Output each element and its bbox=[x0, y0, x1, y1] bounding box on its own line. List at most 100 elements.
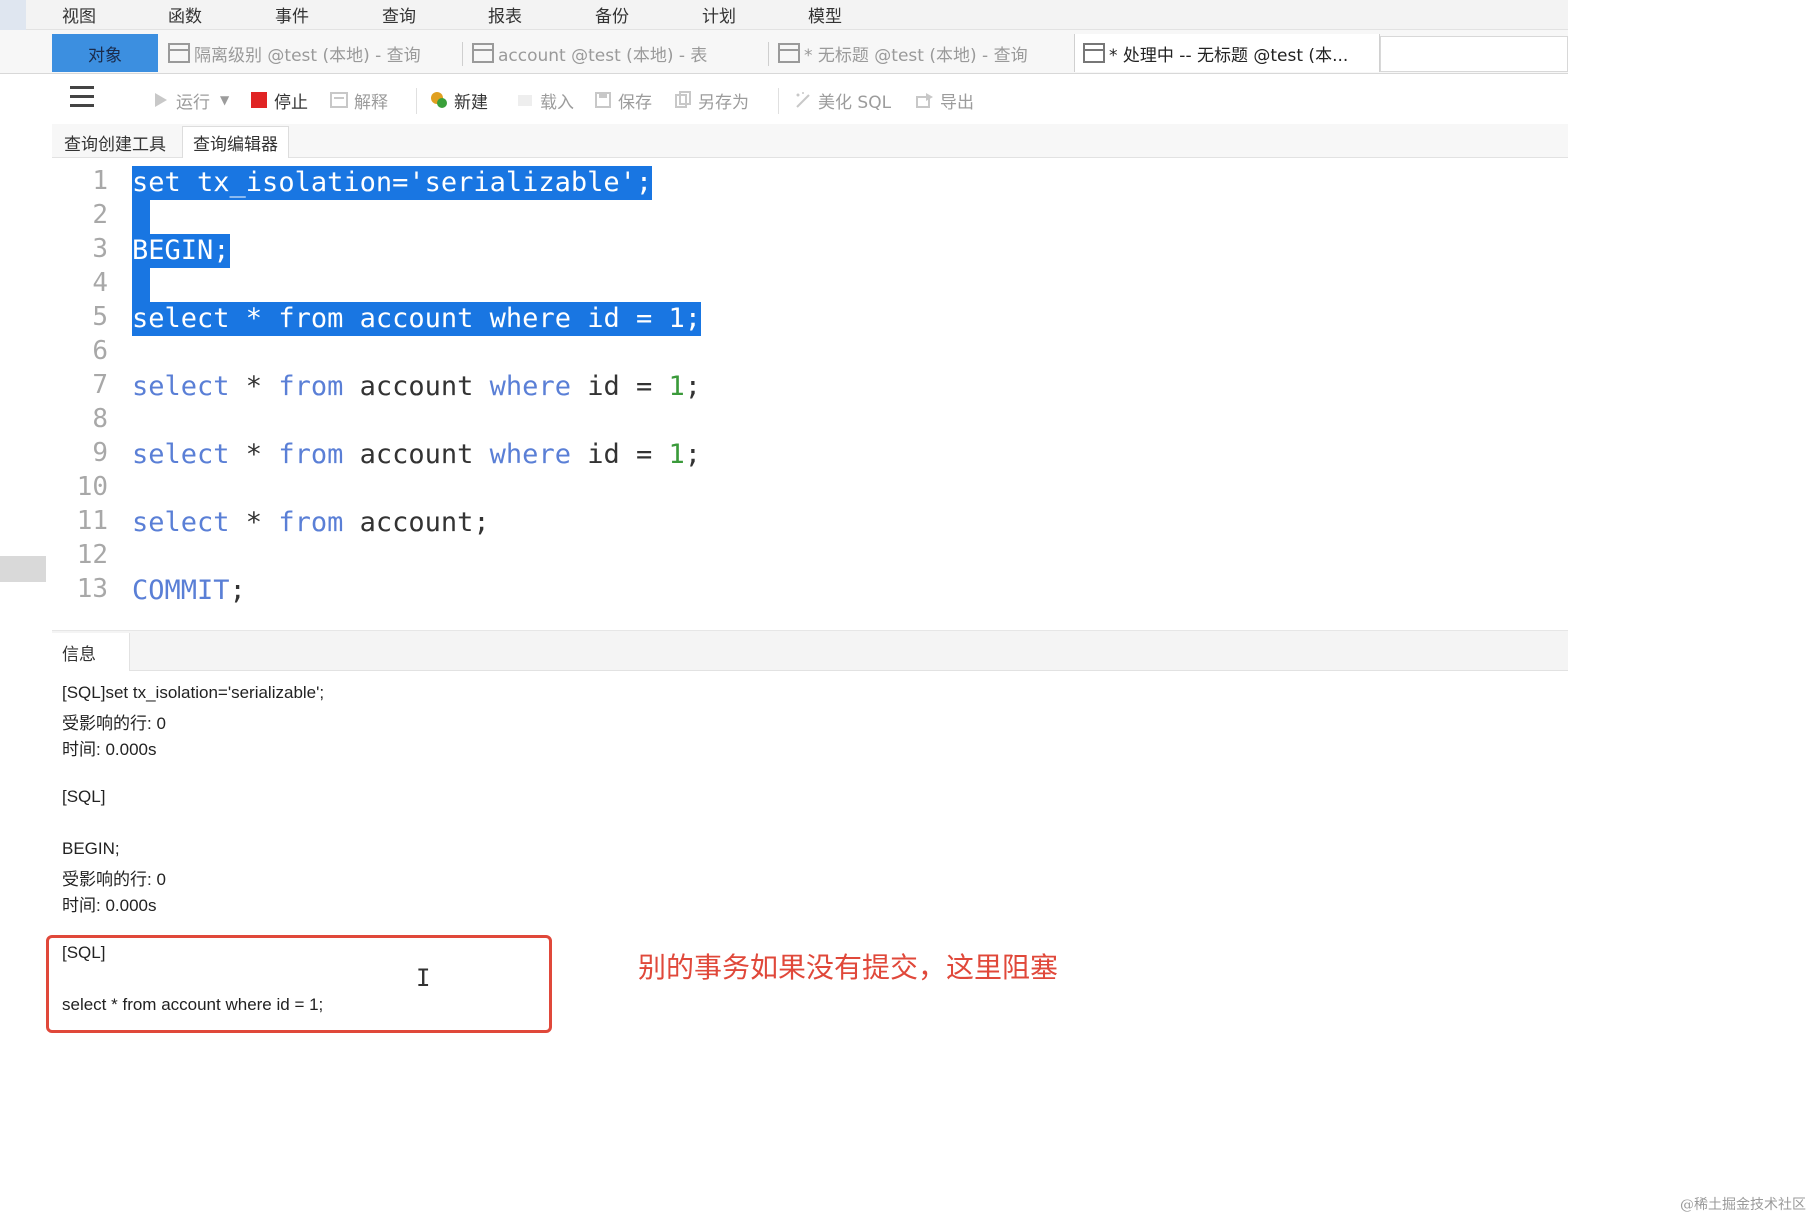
line-number: 3 bbox=[92, 234, 108, 264]
code-line-7[interactable]: select * from account where id = 1; bbox=[132, 370, 701, 404]
beautify-sql-button[interactable]: 美化 SQL bbox=[794, 86, 891, 114]
menu-view[interactable]: 视图 bbox=[62, 2, 96, 27]
new-query-icon bbox=[431, 92, 447, 108]
tab-query-editor-label: 查询编辑器 bbox=[193, 135, 278, 155]
table-icon bbox=[472, 43, 494, 63]
left-panel-scroll-thumb[interactable] bbox=[0, 556, 46, 582]
tab-objects[interactable]: 对象 bbox=[52, 34, 158, 72]
tab-label: account @test (本地) - 表 bbox=[498, 45, 708, 66]
sql-keyword: COMMIT bbox=[132, 575, 230, 606]
tab-query-builder[interactable]: 查询创建工具 bbox=[54, 126, 176, 158]
selection-filler bbox=[132, 200, 150, 234]
run-button[interactable]: 运行 ▼ bbox=[152, 86, 229, 114]
tab-info-label: 信息 bbox=[62, 644, 96, 665]
log-line: 时间: 0.000s bbox=[62, 896, 157, 915]
tab-strip-empty-area bbox=[1380, 36, 1568, 72]
line-number: 1 bbox=[92, 166, 108, 196]
stop-icon bbox=[251, 92, 267, 108]
sql-text: * bbox=[229, 439, 279, 470]
sql-keyword: from bbox=[278, 371, 344, 402]
log-line: [SQL] bbox=[62, 787, 106, 806]
new-label: 新建 bbox=[454, 92, 488, 113]
tab-processing-untitled[interactable]: * 处理中 -- 无标题 @test (本... bbox=[1074, 34, 1380, 72]
log-line: 受影响的行: 0 bbox=[62, 870, 166, 889]
menu-functions[interactable]: 函数 bbox=[168, 2, 202, 27]
code-line-11[interactable]: select * from account; bbox=[132, 506, 490, 540]
menu-query[interactable]: 查询 bbox=[382, 2, 416, 27]
sql-keyword: from bbox=[278, 303, 344, 334]
menu-left-accent bbox=[0, 0, 26, 30]
sql-number: 1 bbox=[668, 439, 685, 470]
sql-keyword: set bbox=[132, 167, 181, 198]
log-line: 时间: 0.000s bbox=[62, 740, 157, 759]
line-number: 8 bbox=[92, 404, 108, 434]
query-icon bbox=[168, 43, 190, 63]
watermark: @稀土掘金技术社区 bbox=[1680, 1197, 1806, 1213]
tab-account-table[interactable]: account @test (本地) - 表 bbox=[464, 34, 766, 72]
sql-keyword: BEGIN bbox=[132, 235, 214, 266]
sql-text: ; bbox=[684, 371, 702, 402]
sql-text: account bbox=[343, 439, 490, 470]
toolbar-divider bbox=[416, 88, 417, 114]
log-line: BEGIN; bbox=[62, 839, 120, 858]
tab-isolation-query[interactable]: 隔离级别 @test (本地) - 查询 bbox=[160, 34, 460, 72]
line-number: 13 bbox=[76, 574, 108, 604]
sql-keyword: where bbox=[489, 303, 571, 334]
export-button[interactable]: 导出 bbox=[916, 86, 974, 114]
save-button[interactable]: 保存 bbox=[594, 86, 652, 114]
sql-text: ; bbox=[229, 575, 246, 606]
sql-keyword: select bbox=[132, 439, 230, 470]
line-number: 5 bbox=[92, 302, 108, 332]
tab-query-editor[interactable]: 查询编辑器 bbox=[182, 126, 289, 158]
export-label: 导出 bbox=[940, 92, 974, 113]
load-icon bbox=[518, 95, 532, 106]
sql-number: 1 bbox=[668, 303, 685, 334]
magic-wand-icon bbox=[796, 92, 810, 108]
sql-text: * bbox=[229, 371, 279, 402]
sql-keyword: from bbox=[278, 507, 344, 538]
sql-editor[interactable]: 1 2 3 4 5 6 7 8 9 10 11 12 13 set tx_iso… bbox=[52, 158, 1568, 628]
menu-reports[interactable]: 报表 bbox=[488, 2, 522, 27]
sql-keyword: from bbox=[278, 439, 344, 470]
sql-keyword: where bbox=[489, 371, 571, 402]
explain-button[interactable]: 解释 bbox=[330, 86, 388, 114]
explain-icon bbox=[330, 92, 348, 108]
new-button[interactable]: 新建 bbox=[430, 86, 488, 114]
code-line-5[interactable]: select * from account where id = 1; bbox=[132, 302, 702, 336]
tab-info[interactable]: 信息 bbox=[52, 633, 130, 671]
sql-text: ; bbox=[684, 439, 702, 470]
code-line-1[interactable]: set tx_isolation='serializable'; bbox=[132, 166, 653, 200]
query-icon bbox=[778, 43, 800, 63]
run-dropdown-icon[interactable]: ▼ bbox=[220, 93, 229, 107]
export-icon bbox=[916, 93, 933, 108]
annotation-text: 别的事务如果没有提交，这里阻塞 bbox=[638, 951, 1059, 984]
sql-text: account bbox=[343, 371, 490, 402]
tab-untitled-query[interactable]: * 无标题 @test (本地) - 查询 bbox=[770, 34, 1072, 72]
code-line-3[interactable]: BEGIN; bbox=[132, 234, 230, 268]
load-button[interactable]: 载入 bbox=[516, 86, 574, 114]
tab-query-builder-label: 查询创建工具 bbox=[64, 134, 166, 155]
menu-backup[interactable]: 备份 bbox=[595, 2, 629, 27]
menu-model[interactable]: 模型 bbox=[808, 2, 842, 27]
menu-bar: 视图 函数 事件 查询 报表 备份 计划 模型 bbox=[0, 0, 1568, 30]
code-line-9[interactable]: select * from account where id = 1; bbox=[132, 438, 701, 472]
hamburger-menu-icon[interactable] bbox=[70, 86, 94, 108]
line-number: 9 bbox=[92, 438, 108, 468]
line-number: 12 bbox=[76, 540, 108, 570]
blocked-query-highlight bbox=[46, 935, 552, 1033]
message-tab-bar: 信息 bbox=[52, 631, 1568, 671]
tab-label: * 无标题 @test (本地) - 查询 bbox=[804, 45, 1028, 66]
menu-events[interactable]: 事件 bbox=[275, 2, 309, 27]
sql-text: id = bbox=[570, 303, 669, 334]
stop-button[interactable]: 停止 bbox=[250, 86, 308, 114]
sql-text: tx_isolation='serializable'; bbox=[180, 167, 653, 198]
document-tab-strip: 对象 隔离级别 @test (本地) - 查询 account @test (本… bbox=[0, 30, 1568, 74]
menu-schedule[interactable]: 计划 bbox=[702, 2, 736, 27]
sql-keyword: select bbox=[132, 371, 230, 402]
log-line: 受影响的行: 0 bbox=[62, 714, 166, 733]
save-icon bbox=[595, 92, 611, 108]
selection-filler bbox=[132, 268, 150, 302]
log-line: [SQL]set tx_isolation='serializable'; bbox=[62, 683, 325, 702]
code-line-13[interactable]: COMMIT; bbox=[132, 574, 246, 608]
save-as-button[interactable]: 另存为 bbox=[674, 86, 749, 114]
